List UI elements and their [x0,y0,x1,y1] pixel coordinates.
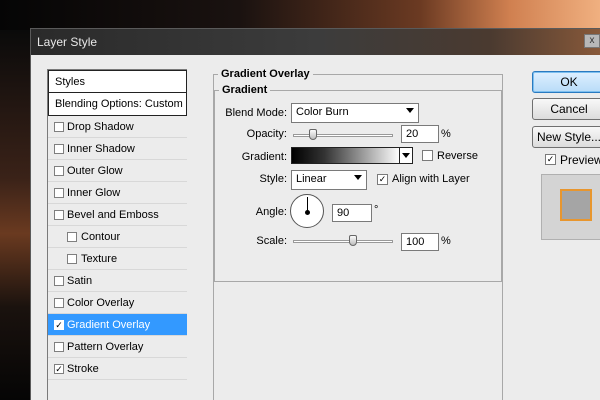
bevel-and-emboss-checkbox[interactable] [54,210,64,220]
list-item-label: Pattern Overlay [67,341,144,353]
background-left [0,30,30,400]
opacity-label: Opacity: [246,128,287,140]
blend-mode-value: Color Burn [296,106,349,118]
drop-shadow-checkbox[interactable] [54,122,64,132]
pattern-overlay-checkbox[interactable] [54,342,64,352]
list-item-label: Texture [81,253,118,265]
chevron-down-icon [406,108,414,113]
gradient-overlay-checkbox[interactable]: ✓ [54,320,64,330]
list-item-label: Stroke [67,363,99,375]
background-top [0,0,600,30]
window-title: Layer Style [37,35,98,49]
subgroup-title: Gradient [219,84,271,96]
cancel-button[interactable]: Cancel [532,98,600,120]
angle-input[interactable]: 90 [332,204,372,222]
list-item-contour[interactable]: Contour [48,226,187,248]
angle-center-dot [305,210,310,215]
list-item-label: Inner Glow [67,187,121,199]
styles-list: Styles Blending Options: Custom Drop Sha… [47,69,187,400]
list-item-inner-glow[interactable]: Inner Glow [48,182,187,204]
ok-button[interactable]: OK [532,71,600,93]
opacity-value: 20 [406,128,419,140]
align-with-layer-checkbox[interactable]: ✓ [377,174,388,185]
contour-checkbox[interactable] [67,232,77,242]
stroke-checkbox[interactable]: ✓ [54,364,64,374]
gradient-label: Gradient: [241,151,287,163]
style-select[interactable]: Linear [291,170,367,190]
scale-slider-thumb[interactable] [349,235,357,246]
opacity-slider-thumb[interactable] [309,129,317,140]
preview-label: Preview [560,153,600,167]
list-item-label: Outer Glow [67,165,123,177]
reverse-label: Reverse [437,150,478,162]
angle-unit: ° [374,204,379,216]
scale-slider-track[interactable] [293,240,393,243]
opacity-slider-track[interactable] [293,134,393,137]
list-item-label: Gradient Overlay [67,319,151,331]
opacity-unit: % [441,128,451,140]
close-icon[interactable]: x [584,34,600,48]
angle-label: Angle: [255,206,287,218]
preview-checkbox[interactable]: ✓ [545,154,556,165]
opacity-input[interactable]: 20 [401,125,439,143]
scale-unit: % [441,235,451,247]
color-overlay-checkbox[interactable] [54,298,64,308]
scale-value: 100 [406,236,425,248]
list-item-label: Bevel and Emboss [67,209,159,221]
new-style-button[interactable]: New Style... [532,126,600,148]
list-item-label: Color Overlay [67,297,135,309]
list-item-color-overlay[interactable]: Color Overlay [48,292,187,314]
blend-mode-label: Blend Mode: [225,107,287,119]
list-item-label: Inner Shadow [67,143,135,155]
blend-mode-select[interactable]: Color Burn [291,103,419,123]
inner-glow-checkbox[interactable] [54,188,64,198]
align-with-layer-label: Align with Layer [392,173,470,185]
styles-header[interactable]: Styles [48,70,187,93]
angle-dial[interactable] [290,194,324,228]
list-item-label: Satin [67,275,93,287]
list-item-texture[interactable]: Texture [48,248,187,270]
scale-label: Scale: [256,235,287,247]
inner-shadow-checkbox[interactable] [54,144,64,154]
list-item-inner-shadow[interactable]: Inner Shadow [48,138,187,160]
list-item-gradient-overlay[interactable]: ✓ Gradient Overlay [48,314,187,336]
satin-checkbox[interactable] [54,276,64,286]
scale-input[interactable]: 100 [401,233,439,251]
angle-value: 90 [337,207,350,219]
group-title: Gradient Overlay [218,68,313,80]
preview-swatch [560,189,592,221]
gradient-picker-button[interactable] [399,147,413,164]
chevron-down-icon [354,175,362,180]
outer-glow-checkbox[interactable] [54,166,64,176]
list-item-pattern-overlay[interactable]: Pattern Overlay [48,336,187,358]
list-item-bevel-and-emboss[interactable]: Bevel and Emboss [48,204,187,226]
gradient-preview[interactable] [291,147,401,164]
blending-options-item[interactable]: Blending Options: Custom [48,93,187,116]
list-item-label: Contour [81,231,121,243]
list-item-stroke[interactable]: ✓ Stroke [48,358,187,380]
preview-thumbnail [541,174,600,240]
list-item-drop-shadow[interactable]: Drop Shadow [48,116,187,138]
titlebar[interactable]: Layer Style x [31,29,600,55]
style-value: Linear [296,173,327,185]
list-item-satin[interactable]: Satin [48,270,187,292]
texture-checkbox[interactable] [67,254,77,264]
chevron-down-icon [402,153,410,158]
style-label: Style: [259,173,287,185]
list-item-label: Drop Shadow [67,121,134,133]
layer-style-dialog: Layer Style x Styles Blending Options: C… [30,28,600,400]
reverse-checkbox[interactable] [422,150,433,161]
list-item-outer-glow[interactable]: Outer Glow [48,160,187,182]
